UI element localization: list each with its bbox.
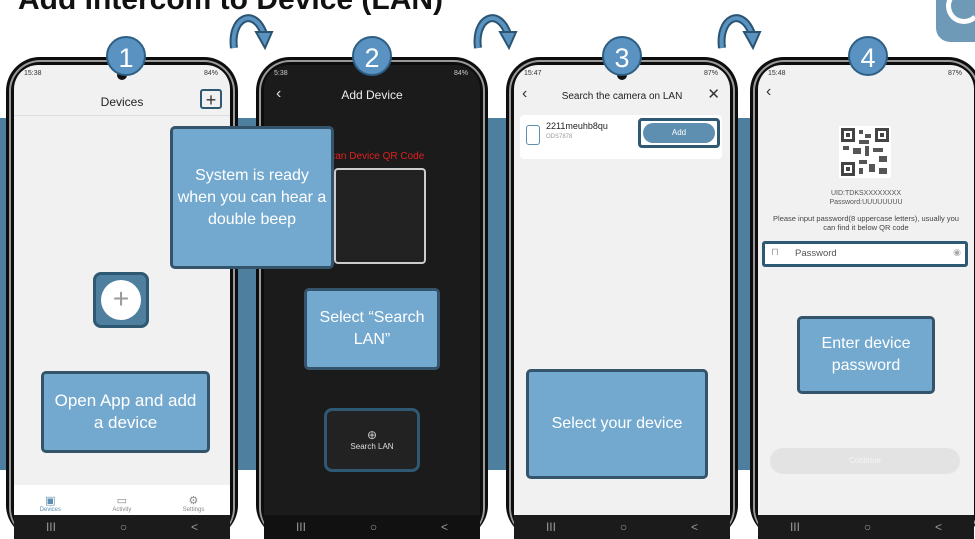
callout-step-4: Enter device password — [797, 316, 935, 394]
device-card[interactable]: 2211meuhb8qu ODS7878 Add — [520, 115, 722, 159]
password-placeholder: Password — [795, 248, 837, 259]
system-nav: III ○ < — [758, 515, 974, 539]
status-time: 15:48 — [768, 70, 786, 77]
qr-scan-frame — [334, 168, 426, 264]
recent-apps-icon[interactable]: III — [546, 520, 556, 534]
step-badge-4: 4 — [848, 36, 888, 76]
lock-icon: ⊓ — [771, 247, 779, 258]
status-time: 15:38 — [24, 70, 42, 77]
recent-apps-icon[interactable]: III — [46, 520, 56, 534]
arrow-icon — [717, 14, 762, 51]
recent-apps-icon[interactable]: III — [296, 520, 306, 534]
callout-step-2: Select “Search LAN” — [304, 288, 440, 370]
continue-button[interactable]: Continue — [770, 448, 960, 474]
callout-step-1: Open App and add a device — [41, 371, 210, 453]
arrow-icon — [473, 14, 518, 51]
search-lan-label: Search LAN — [350, 442, 394, 451]
system-nav: III ○ < — [14, 515, 230, 539]
plus-icon: + — [101, 280, 141, 320]
tab-activity[interactable]: ▭ Activity — [112, 494, 131, 513]
tab-devices[interactable]: ▣ Devices — [40, 494, 61, 513]
device-icon: ▣ — [45, 495, 56, 507]
home-icon[interactable]: ○ — [370, 520, 377, 534]
system-nav: III ○ < — [514, 515, 730, 539]
refresh-icon — [946, 0, 975, 24]
password-hint: Password:UUUUUUUU — [829, 199, 903, 206]
status-battery: 84% — [203, 70, 218, 77]
intercom-icon — [526, 125, 540, 145]
password-field[interactable]: ⊓ Password ◉ — [762, 241, 968, 267]
device-model: ODS7878 — [546, 134, 573, 140]
tab-settings[interactable]: ⚙ Settings — [183, 494, 205, 513]
back-icon[interactable]: < — [441, 520, 448, 534]
uid-text: UID:TDKSXXXXXXXX — [830, 190, 902, 197]
arrow-icon — [229, 14, 274, 51]
callout-step-3: Select your device — [526, 369, 708, 479]
tab-label: Activity — [112, 507, 132, 513]
close-icon[interactable]: ✕ — [707, 85, 720, 103]
status-battery: 84% — [453, 70, 468, 77]
tab-label: Settings — [182, 507, 205, 513]
step-badge-1: 1 — [106, 36, 146, 76]
recent-apps-icon[interactable]: III — [790, 520, 800, 534]
globe-icon: ⊕ — [366, 428, 378, 442]
add-device-button[interactable]: + — [200, 89, 222, 109]
system-nav: III ○ < — [264, 515, 480, 539]
gear-icon: ⚙ — [188, 495, 199, 507]
status-battery: 87% — [703, 70, 718, 77]
eye-icon[interactable]: ◉ — [953, 247, 961, 258]
step-badge-2: 2 — [352, 36, 392, 76]
tab-bar: ▣ Devices ▭ Activity ⚙ Settings — [14, 485, 230, 515]
back-icon[interactable]: < — [691, 520, 698, 534]
callout-info: System is ready when you can hear a doub… — [170, 126, 334, 269]
home-icon[interactable]: ○ — [864, 520, 871, 534]
back-arrow-icon[interactable]: ‹ — [766, 83, 771, 101]
instruction-text: Please input password(8 uppercase letter… — [773, 214, 959, 232]
home-icon[interactable]: ○ — [120, 520, 127, 534]
header-title: Search the camera on LAN — [561, 91, 683, 102]
back-icon[interactable]: < — [191, 520, 198, 534]
tab-label: Devices — [39, 507, 61, 513]
search-lan-button[interactable]: ⊕ Search LAN — [324, 408, 420, 472]
phone-step-4: 15:48 87% ‹ UID:TDKSXXXXXXXX Password:UU… — [750, 57, 975, 539]
header-title: Devices — [100, 95, 144, 109]
divider — [14, 115, 230, 116]
qr-code-icon — [839, 126, 891, 178]
step-badge-3: 3 — [602, 36, 642, 76]
screen-password: 15:48 87% ‹ UID:TDKSXXXXXXXX Password:UU… — [758, 65, 974, 539]
status-battery: 87% — [947, 70, 962, 77]
status-time: 15:47 — [524, 70, 542, 77]
add-tile[interactable]: + — [93, 272, 149, 328]
back-icon[interactable]: < — [935, 520, 942, 534]
header-title: Add Device — [341, 88, 403, 102]
chat-icon: ▭ — [116, 495, 128, 507]
corner-logo — [936, 0, 975, 42]
home-icon[interactable]: ○ — [620, 520, 627, 534]
device-name: 2211meuhb8qu — [546, 121, 608, 131]
status-time: 5:38 — [274, 70, 288, 77]
add-button[interactable]: Add — [643, 123, 715, 143]
